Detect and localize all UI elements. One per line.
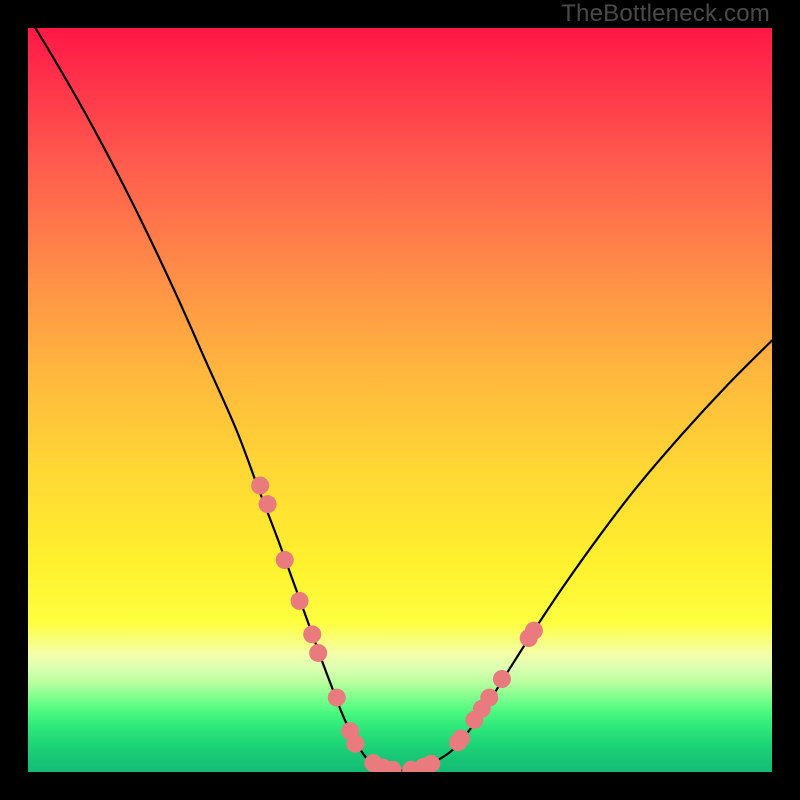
highlight-dot (328, 689, 346, 707)
highlight-dot (291, 592, 309, 610)
highlight-dot (309, 644, 327, 662)
plot-area (28, 28, 772, 772)
highlight-dot (303, 625, 321, 643)
watermark-text: TheBottleneck.com (561, 0, 770, 28)
highlight-dot (525, 622, 543, 640)
highlight-dot (480, 689, 498, 707)
highlight-dot (422, 755, 440, 772)
highlight-dot (276, 551, 294, 569)
highlight-dot (452, 730, 470, 748)
highlight-dot (251, 477, 269, 495)
bottleneck-curve (35, 28, 772, 770)
highlight-dot (259, 495, 277, 513)
chart-frame: TheBottleneck.com (0, 0, 800, 800)
curve-layer (28, 28, 772, 772)
highlight-dots (251, 477, 543, 772)
highlight-dot (346, 735, 364, 753)
highlight-dot (493, 670, 511, 688)
